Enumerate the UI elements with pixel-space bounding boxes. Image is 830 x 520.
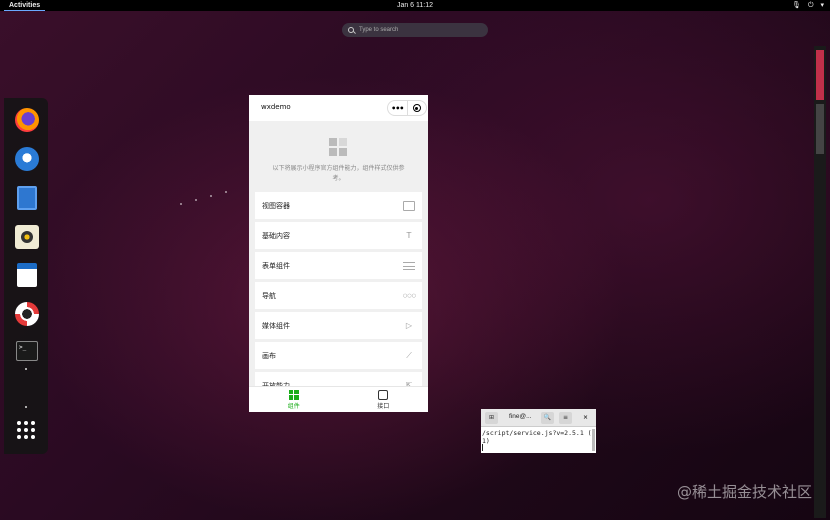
tab-label: 接口 [377,402,390,410]
menu-item-canvas[interactable]: 画布 ⟋ [255,342,422,369]
view-icon [403,200,415,211]
component-menu: 视图容器 基础内容 T 表单组件 导航 ○○○ 媒体组件 ▷ 画布 ⟋ 开放能力… [255,192,422,402]
menu-icon[interactable]: ≡ [559,412,572,424]
running-indicator [25,406,27,408]
microphone-icon[interactable]: 🎙 [792,0,801,11]
terminal-line: /script/service.js?v=2.5.1 ( [482,429,592,437]
terminal-cursor [482,444,483,451]
capsule-button: ••• [387,100,427,116]
text-icon: T [406,230,412,240]
dock: >_ [4,98,48,454]
terminal-scrollbar[interactable] [592,429,595,451]
background-sparkle [195,199,197,201]
menu-item-basic-content[interactable]: 基础内容 T [255,222,422,249]
terminal-window: ⊞ fine@... 🔍 ≡ × /script/service.js?v=2.… [481,409,596,453]
terminal-icon[interactable]: >_ [16,341,38,361]
menu-item-label: 画布 [262,351,276,360]
search-icon [348,27,354,33]
new-tab-button[interactable]: ⊞ [485,412,498,424]
intro-text: 以下将展示小程序官方组件能力，组件样式仅供参考。 [272,165,405,182]
workspace-thumb[interactable] [816,104,824,154]
navigation-bar: wxdemo ••• [249,95,428,121]
clock[interactable]: Jan 6 11:12 [0,0,830,11]
more-icon: ○○○ [403,292,417,299]
thunderbird-icon[interactable] [15,147,39,171]
api-icon [378,389,389,400]
tab-label: 组件 [287,402,300,410]
line-icon: ⟋ [406,350,412,360]
menu-item-label: 导航 [262,291,276,300]
more-icon[interactable]: ••• [388,101,408,115]
power-icon[interactable]: ⏻ [808,0,814,11]
menu-item-label: 媒体组件 [262,321,290,330]
play-icon: ▷ [405,320,413,330]
menu-item-navigation[interactable]: 导航 ○○○ [255,282,422,309]
help-icon[interactable] [15,302,39,326]
top-bar: Activities Jan 6 11:12 🎙 ⏻ ▾ [0,0,830,11]
running-indicator [25,368,27,370]
menu-item-form[interactable]: 表单组件 [255,252,422,279]
search-input[interactable]: Type to search [342,23,488,37]
menu-item-label: 基础内容 [262,231,290,240]
menu-item-label: 视图容器 [262,201,290,210]
search-icon[interactable]: 🔍 [541,412,554,424]
terminal-title: fine@... [509,413,532,420]
system-tray[interactable]: 🎙 ⏻ ▾ [792,0,824,11]
watermark: @稀土掘金技术社区 [676,483,812,501]
close-icon[interactable]: × [579,412,592,424]
tab-api[interactable]: 接口 [339,387,429,412]
close-button[interactable] [408,101,427,115]
background-sparkle [210,195,212,197]
workspace-thumb-active[interactable] [816,50,824,100]
component-icon [288,389,299,400]
tab-component[interactable]: 组件 [249,387,339,412]
page-title: wxdemo [261,103,291,111]
terminal-header: ⊞ fine@... 🔍 ≡ × [481,409,596,427]
menu-item-label: 表单组件 [262,261,290,270]
background-sparkle [180,203,182,205]
files-icon[interactable] [17,186,37,210]
show-applications-icon[interactable] [17,421,35,439]
background-sparkle [225,191,227,193]
workspace-scrollbar[interactable] [814,46,826,518]
libreoffice-writer-icon[interactable] [17,263,37,287]
search-placeholder: Type to search [359,27,399,33]
chevron-down-icon[interactable]: ▾ [820,0,824,11]
miniprogram-simulator: wxdemo ••• 以下将展示小程序官方组件能力，组件样式仅供参考。 视图容器… [249,95,428,412]
menu-item-media[interactable]: 媒体组件 ▷ [255,312,422,339]
rhythmbox-icon[interactable] [15,225,39,249]
firefox-icon[interactable] [15,108,39,132]
tab-bar: 组件 接口 [249,386,428,412]
close-icon [412,104,421,112]
terminal-output[interactable]: /script/service.js?v=2.5.1 (1) [481,428,596,453]
menu-item-view-container[interactable]: 视图容器 [255,192,422,219]
terminal-line: 1) [482,437,490,445]
miniprogram-logo-icon [329,138,347,156]
form-icon [403,261,415,270]
